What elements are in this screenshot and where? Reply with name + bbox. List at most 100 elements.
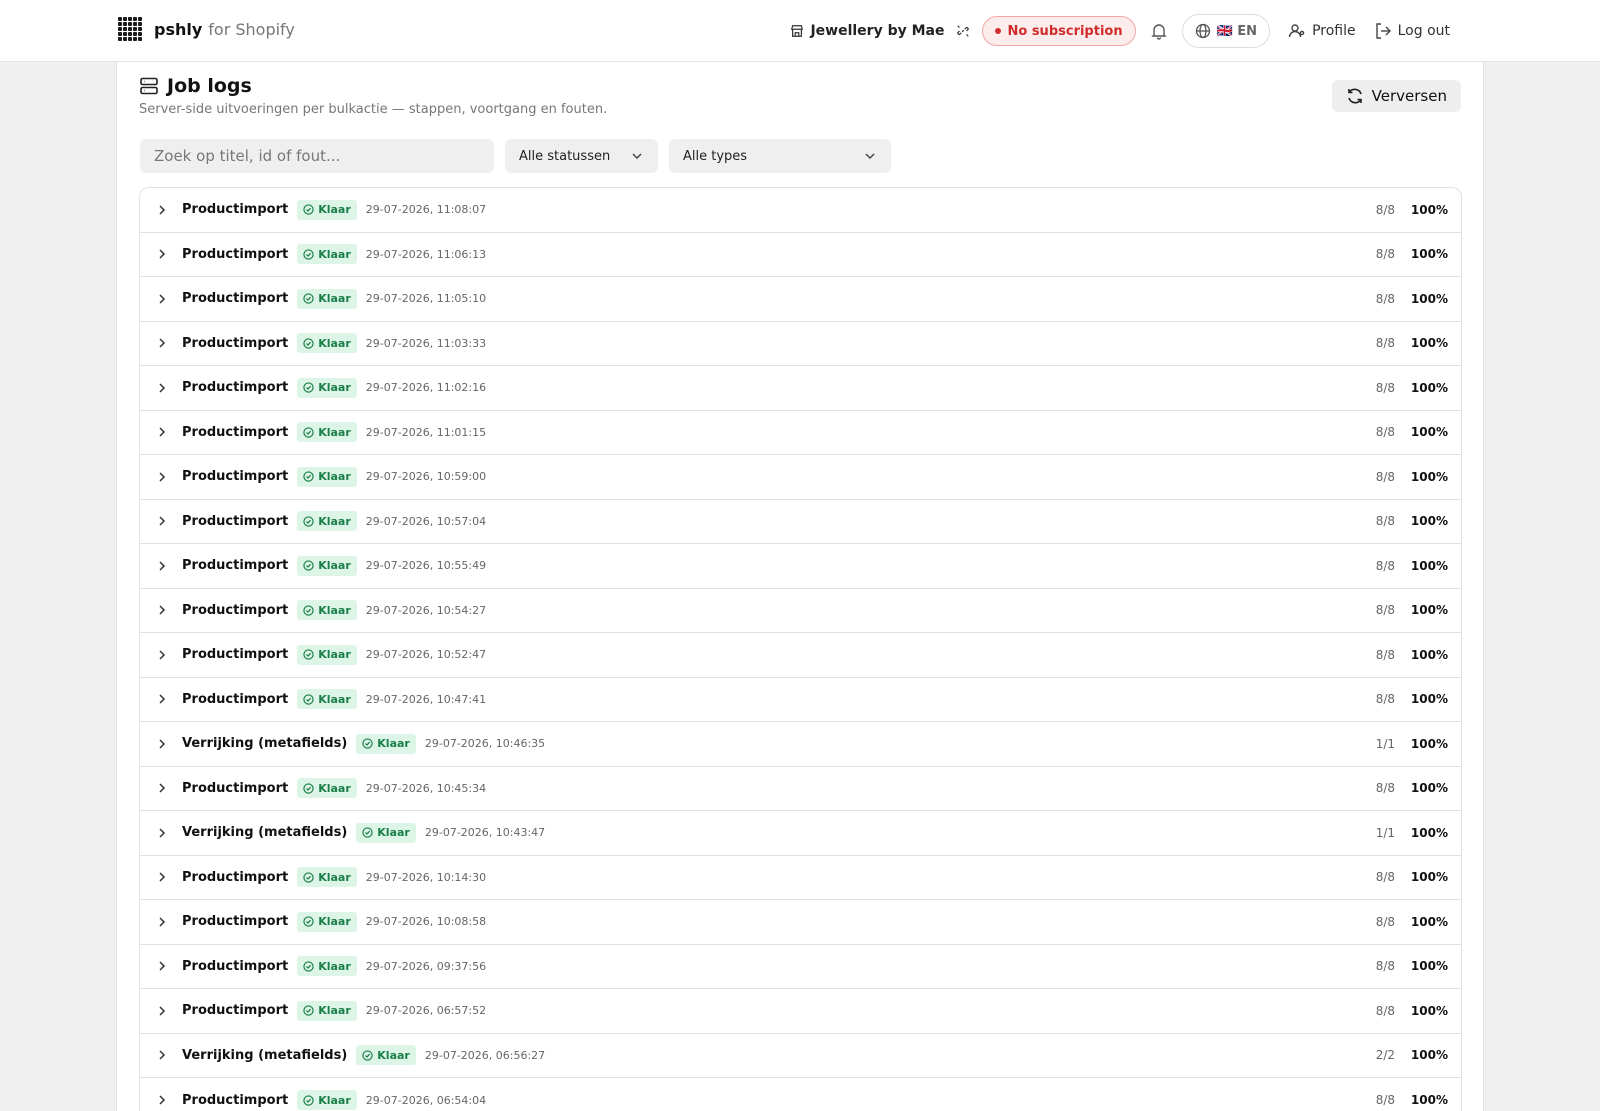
chevron-right-icon[interactable] bbox=[155, 692, 169, 706]
job-progress-count: 8/8 bbox=[1375, 870, 1395, 885]
status-label: Klaar bbox=[318, 292, 351, 306]
job-progress-percent: 100% bbox=[1410, 870, 1448, 885]
status-label: Klaar bbox=[377, 737, 410, 751]
job-progress-count: 8/8 bbox=[1375, 1093, 1395, 1108]
status-label: Klaar bbox=[318, 1093, 351, 1107]
job-row[interactable]: Productimport Klaar 29-07-2026, 10:54:27… bbox=[140, 589, 1461, 633]
chevron-right-icon[interactable] bbox=[155, 781, 169, 795]
profile-link[interactable]: Profile bbox=[1288, 22, 1356, 40]
chevron-right-icon[interactable] bbox=[155, 737, 169, 751]
job-row[interactable]: Verrijking (metafields) Klaar 29-07-2026… bbox=[140, 811, 1461, 856]
chevron-right-icon[interactable] bbox=[155, 870, 169, 884]
logout-link[interactable]: Log out bbox=[1374, 22, 1450, 40]
job-title: Productimport bbox=[182, 513, 289, 529]
job-timestamp: 29-07-2026, 10:43:47 bbox=[424, 826, 546, 840]
language-switcher[interactable]: 🇬🇧 EN bbox=[1181, 14, 1271, 48]
chevron-right-icon[interactable] bbox=[155, 470, 169, 484]
job-row[interactable]: Productimport Klaar 29-07-2026, 10:14:30… bbox=[140, 856, 1461, 900]
chevron-right-icon[interactable] bbox=[155, 603, 169, 617]
job-progress-count: 8/8 bbox=[1375, 336, 1395, 351]
chevron-right-icon[interactable] bbox=[155, 826, 169, 840]
job-progress-percent: 100% bbox=[1410, 1093, 1448, 1108]
brand-suffix: for Shopify bbox=[208, 19, 295, 39]
chevron-right-icon[interactable] bbox=[155, 203, 169, 217]
job-title: Productimport bbox=[182, 335, 289, 351]
chevron-right-icon[interactable] bbox=[155, 959, 169, 973]
check-circle-icon bbox=[303, 471, 314, 482]
job-row[interactable]: Productimport Klaar 29-07-2026, 09:37:56… bbox=[140, 945, 1461, 989]
brand[interactable]: pshly for Shopify bbox=[118, 17, 295, 41]
job-row[interactable]: Productimport Klaar 29-07-2026, 10:59:00… bbox=[140, 455, 1461, 500]
check-circle-icon bbox=[303, 649, 314, 660]
chevron-right-icon[interactable] bbox=[155, 1093, 169, 1107]
status-label: Klaar bbox=[318, 514, 351, 528]
job-progress-percent: 100% bbox=[1410, 959, 1448, 974]
page-title: Job logs bbox=[167, 75, 252, 97]
status-badge: Klaar bbox=[356, 733, 416, 754]
job-title: Verrijking (metafields) bbox=[182, 736, 348, 752]
chevron-right-icon[interactable] bbox=[155, 648, 169, 662]
chevron-right-icon[interactable] bbox=[155, 559, 169, 573]
chevron-right-icon[interactable] bbox=[155, 915, 169, 929]
chevron-right-icon[interactable] bbox=[155, 336, 169, 350]
job-row[interactable]: Productimport Klaar 29-07-2026, 11:08:07… bbox=[140, 188, 1461, 233]
check-circle-icon bbox=[303, 872, 314, 883]
subscription-badge[interactable]: No subscription bbox=[982, 16, 1136, 46]
job-row[interactable]: Productimport Klaar 29-07-2026, 11:06:13… bbox=[140, 233, 1461, 277]
job-progress-percent: 100% bbox=[1410, 202, 1448, 217]
nav-right: Jewellery by Mae No subscription 🇬🇧 EN P… bbox=[790, 14, 1450, 48]
job-row[interactable]: Productimport Klaar 29-07-2026, 06:54:04… bbox=[140, 1078, 1461, 1111]
server-icon bbox=[140, 77, 158, 95]
job-progress-count: 1/1 bbox=[1375, 825, 1395, 840]
refresh-button[interactable]: Verversen bbox=[1331, 80, 1461, 112]
job-row[interactable]: Productimport Klaar 29-07-2026, 10:47:41… bbox=[140, 678, 1461, 722]
status-label: Klaar bbox=[377, 826, 410, 840]
job-list: Productimport Klaar 29-07-2026, 11:08:07… bbox=[139, 187, 1462, 1111]
job-row[interactable]: Verrijking (metafields) Klaar 29-07-2026… bbox=[140, 1034, 1461, 1078]
job-row[interactable]: Productimport Klaar 29-07-2026, 10:55:49… bbox=[140, 544, 1461, 589]
type-filter-select[interactable]: Alle types bbox=[669, 139, 891, 173]
unlink-icon[interactable] bbox=[956, 24, 970, 38]
check-circle-icon bbox=[362, 827, 373, 838]
job-row[interactable]: Productimport Klaar 29-07-2026, 11:01:15… bbox=[140, 411, 1461, 455]
job-progress-percent: 100% bbox=[1410, 380, 1448, 395]
job-timestamp: 29-07-2026, 11:02:16 bbox=[365, 381, 487, 395]
job-progress-percent: 100% bbox=[1410, 914, 1448, 929]
chevron-right-icon[interactable] bbox=[155, 1048, 169, 1062]
job-progress-count: 8/8 bbox=[1375, 291, 1395, 306]
chevron-right-icon[interactable] bbox=[155, 292, 169, 306]
logout-icon bbox=[1375, 23, 1391, 39]
job-row[interactable]: Productimport Klaar 29-07-2026, 11:03:33… bbox=[140, 322, 1461, 366]
job-row[interactable]: Productimport Klaar 29-07-2026, 10:08:58… bbox=[140, 900, 1461, 945]
status-badge: Klaar bbox=[297, 511, 357, 532]
job-row[interactable]: Productimport Klaar 29-07-2026, 10:57:04… bbox=[140, 500, 1461, 544]
job-progress-count: 8/8 bbox=[1375, 558, 1395, 573]
job-title: Verrijking (metafields) bbox=[182, 825, 348, 841]
job-timestamp: 29-07-2026, 11:06:13 bbox=[365, 247, 487, 261]
job-title: Productimport bbox=[182, 380, 289, 396]
check-circle-icon bbox=[303, 916, 314, 927]
chevron-right-icon[interactable] bbox=[155, 1004, 169, 1018]
status-badge: Klaar bbox=[297, 199, 357, 220]
job-row[interactable]: Productimport Klaar 29-07-2026, 06:57:52… bbox=[140, 989, 1461, 1034]
job-row[interactable]: Productimport Klaar 29-07-2026, 11:05:10… bbox=[140, 277, 1461, 322]
chevron-right-icon[interactable] bbox=[155, 425, 169, 439]
chevron-right-icon[interactable] bbox=[155, 247, 169, 261]
job-row[interactable]: Productimport Klaar 29-07-2026, 10:52:47… bbox=[140, 633, 1461, 678]
job-timestamp: 29-07-2026, 10:47:41 bbox=[365, 692, 487, 706]
subscription-label: No subscription bbox=[1007, 23, 1123, 39]
job-row[interactable]: Verrijking (metafields) Klaar 29-07-2026… bbox=[140, 722, 1461, 767]
job-row[interactable]: Productimport Klaar 29-07-2026, 10:45:34… bbox=[140, 767, 1461, 811]
job-row[interactable]: Productimport Klaar 29-07-2026, 11:02:16… bbox=[140, 366, 1461, 411]
chevron-right-icon[interactable] bbox=[155, 514, 169, 528]
check-circle-icon bbox=[303, 516, 314, 527]
store-name[interactable]: Jewellery by Mae bbox=[790, 23, 944, 39]
chevron-right-icon[interactable] bbox=[155, 381, 169, 395]
job-timestamp: 29-07-2026, 10:46:35 bbox=[424, 737, 546, 751]
bell-icon[interactable] bbox=[1150, 22, 1168, 40]
status-badge: Klaar bbox=[297, 466, 357, 487]
job-progress-percent: 100% bbox=[1410, 692, 1448, 707]
job-timestamp: 29-07-2026, 10:59:00 bbox=[365, 470, 487, 484]
search-input[interactable] bbox=[140, 139, 494, 173]
status-filter-select[interactable]: Alle statussen bbox=[505, 139, 658, 173]
